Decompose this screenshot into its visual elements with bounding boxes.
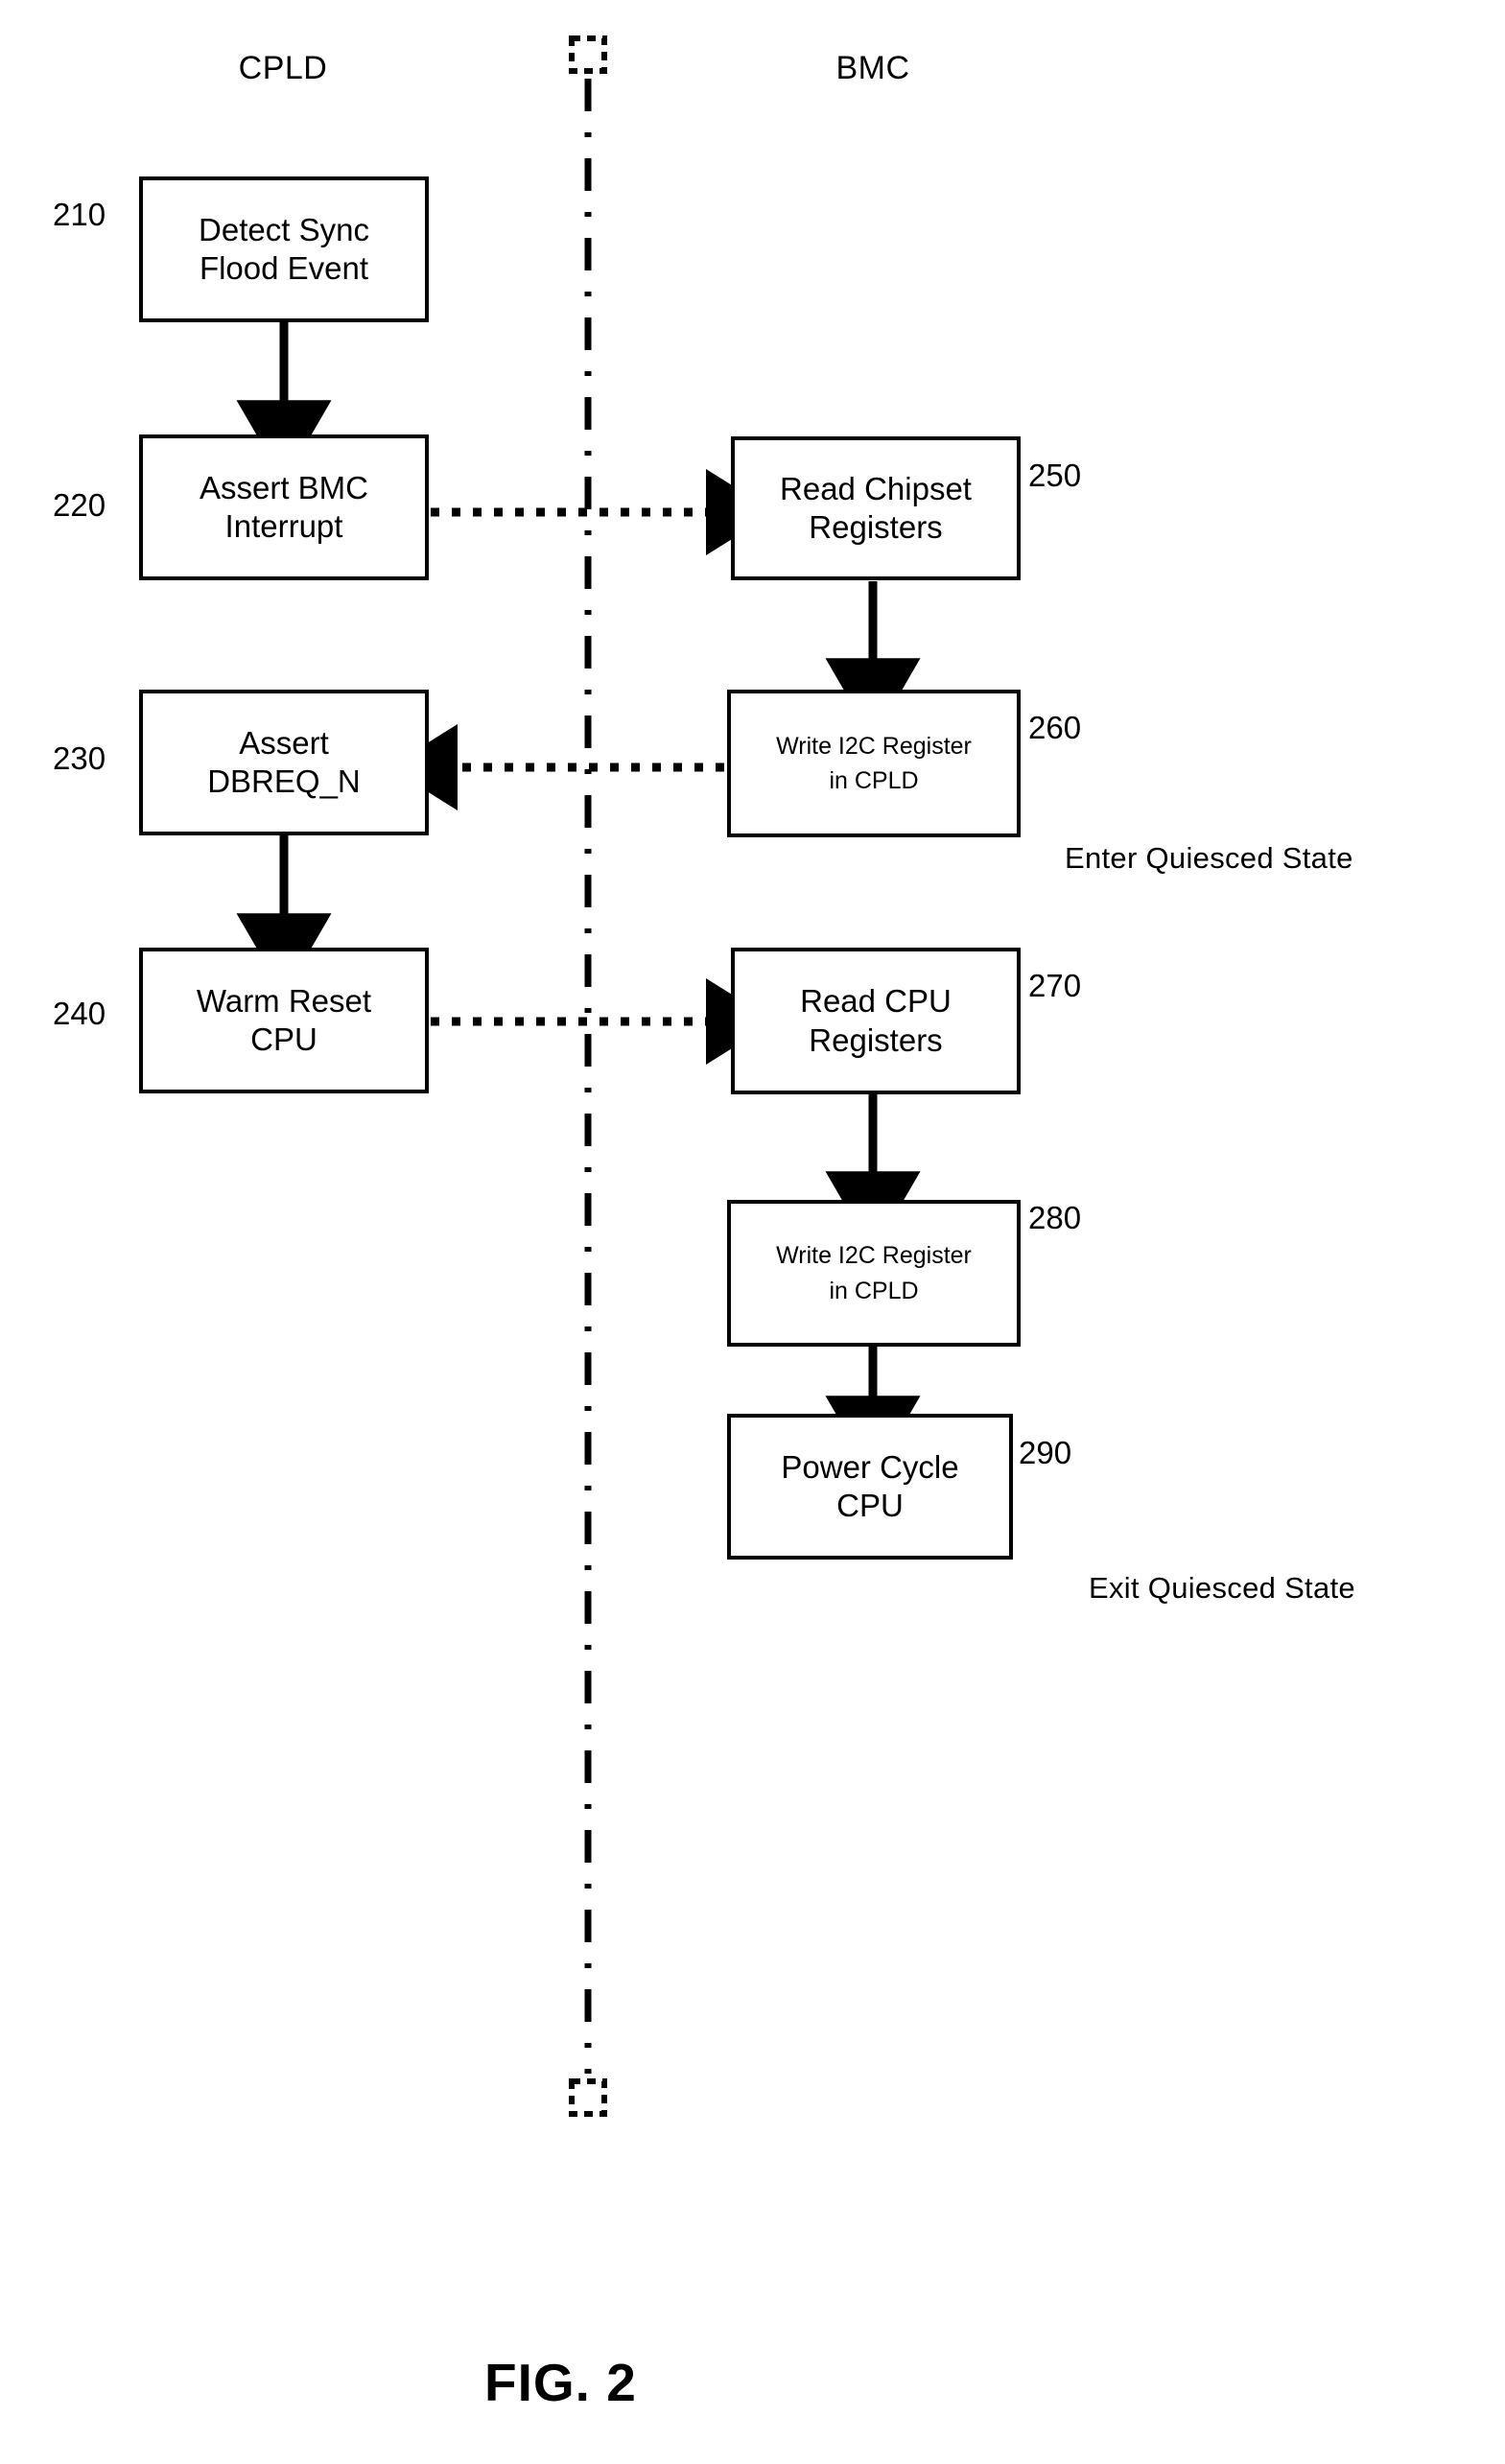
box-240-line-1: Warm Reset [196, 982, 372, 1019]
box-260-line-1: Write I2C Register [776, 732, 972, 760]
column-header-bmc: BMC [835, 50, 910, 86]
swimlane-divider [569, 35, 607, 2117]
ref-number-210: 210 [53, 197, 106, 232]
box-280-line-2: in CPLD [829, 1277, 919, 1304]
process-box-read-chipset-registers[interactable]: Read Chipset Registers [731, 436, 1021, 580]
ref-number-250: 250 [1028, 458, 1082, 493]
column-header-cpld: CPLD [238, 50, 328, 86]
process-box-assert-bmc-interrupt[interactable]: Assert BMC Interrupt [139, 434, 429, 580]
ref-number-260: 260 [1028, 710, 1082, 745]
process-box-power-cycle-cpu[interactable]: Power Cycle CPU [727, 1414, 1013, 1560]
box-240-line-2: CPU [250, 1021, 317, 1057]
ref-number-280: 280 [1028, 1200, 1082, 1235]
ref-number-220: 220 [53, 487, 106, 523]
ref-number-290: 290 [1019, 1435, 1072, 1470]
figure-caption: FIG. 2 [484, 2353, 637, 2412]
process-box-write-i2c-register-in-cpld-260[interactable]: Write I2C Register in CPLD [727, 690, 1021, 837]
process-box-read-cpu-registers[interactable]: Read CPU Registers [731, 948, 1021, 1094]
ref-number-270: 270 [1028, 968, 1082, 1003]
annotation-enter-quiesced-state: Enter Quiesced State [1065, 841, 1353, 875]
box-280-line-1: Write I2C Register [776, 1242, 972, 1270]
box-270-line-2: Registers [809, 1021, 943, 1058]
process-box-write-i2c-register-in-cpld-280[interactable]: Write I2C Register in CPLD [727, 1200, 1021, 1347]
box-230-line-2: DBREQ_N [207, 763, 361, 799]
ref-number-230: 230 [53, 740, 106, 776]
box-290-line-1: Power Cycle [781, 1448, 959, 1485]
box-220-line-2: Interrupt [224, 508, 343, 544]
figure-canvas: CPLD BMC 210 Detect Sync Flood Event 220… [0, 0, 1505, 2464]
process-box-warm-reset-cpu[interactable]: Warm Reset CPU [139, 948, 429, 1093]
box-290-line-2: CPU [836, 1488, 904, 1523]
box-220-line-1: Assert BMC [199, 469, 369, 505]
box-270-line-1: Read CPU [800, 983, 952, 1020]
annotation-exit-quiesced-state: Exit Quiesced State [1089, 1571, 1355, 1605]
box-250-line-2: Registers [809, 509, 943, 545]
box-210-line-1: Detect Sync [199, 211, 369, 247]
box-210-line-2: Flood Event [199, 250, 369, 286]
box-230-line-1: Assert [239, 724, 329, 761]
process-box-detect-sync-flood-event[interactable]: Detect Sync Flood Event [139, 176, 429, 322]
process-box-assert-dbreq-n[interactable]: Assert DBREQ_N [139, 690, 429, 835]
box-250-line-1: Read Chipset [780, 470, 972, 506]
ref-number-240: 240 [53, 996, 106, 1031]
box-260-line-2: in CPLD [829, 767, 919, 794]
